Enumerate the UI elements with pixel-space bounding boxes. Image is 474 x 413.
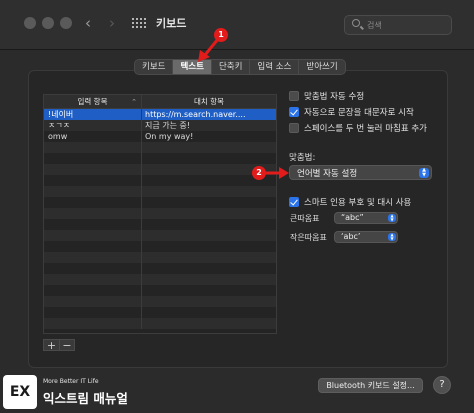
capitalize-checkbox[interactable] — [289, 107, 299, 117]
empty-row — [44, 252, 276, 263]
spelling-select-value: 언어별 자동 설정 — [297, 169, 358, 179]
cell-with: On my way! — [145, 132, 194, 141]
zoom-window-button[interactable] — [60, 17, 72, 29]
double-quotes-label: 큰따옴표 — [290, 214, 320, 223]
back-icon[interactable]: ‹ — [80, 13, 96, 33]
tab-dictation[interactable]: 받아쓰기 — [299, 60, 344, 74]
capitalize-label: 자동으로 문장을 대문자로 시작 — [304, 108, 414, 118]
search-field[interactable] — [344, 15, 452, 35]
cell-with: https://m.search.naver.... — [145, 110, 246, 119]
empty-row — [44, 186, 276, 197]
forward-icon[interactable]: › — [104, 13, 120, 33]
annotation-arrow-2 — [265, 167, 289, 179]
search-icon — [352, 19, 360, 27]
single-quotes-label: 작은따옴표 — [290, 233, 327, 242]
capitalize-option[interactable]: 자동으로 문장을 대문자로 시작 — [289, 106, 414, 118]
cell-replace: omw — [44, 131, 142, 142]
empty-row — [44, 153, 276, 164]
autocorrect-label: 맞춤법 자동 수정 — [304, 92, 365, 102]
add-button[interactable]: + — [43, 339, 59, 351]
annotation-badge-1: 1 — [214, 28, 228, 42]
annotation-badge-2: 2 — [252, 166, 266, 180]
period-option[interactable]: 스페이스를 두 번 눌러 마침표 추가 — [289, 122, 427, 134]
logo-name: 익스트림 매뉴얼 — [43, 391, 128, 406]
watermark-logo: EX More Better IT Life 익스트림 매뉴얼 — [3, 373, 153, 411]
chevron-updown-icon: ▲ ▼ — [419, 168, 429, 178]
empty-row — [44, 241, 276, 252]
smart-quotes-label: 스마트 인용 부호 및 대시 사용 — [304, 198, 412, 208]
tab-input-sources[interactable]: 입력 소스 — [250, 60, 300, 74]
empty-row — [44, 197, 276, 208]
empty-row — [44, 230, 276, 241]
table-row[interactable]: omw On my way! — [44, 131, 276, 142]
period-label: 스페이스를 두 번 눌러 마침표 추가 — [304, 124, 427, 134]
empty-row — [44, 296, 276, 307]
autocorrect-option[interactable]: 맞춤법 자동 수정 — [289, 90, 364, 102]
spelling-label: 맞춤법: — [289, 153, 316, 163]
single-quotes-select[interactable]: ‘abc’ ▲ ▼ — [334, 231, 398, 243]
empty-row — [44, 219, 276, 230]
empty-row — [44, 285, 276, 296]
toolbar: ‹ › 키보드 — [0, 0, 474, 50]
show-all-grid-icon[interactable] — [132, 18, 146, 30]
cell-with: 지금 가는 중! — [145, 121, 191, 130]
column-header-replace[interactable]: 입력 항목 ⌃ — [44, 95, 142, 109]
window-title: 키보드 — [156, 17, 187, 30]
tab-keyboard[interactable]: 키보드 — [135, 60, 174, 74]
empty-row — [44, 164, 276, 175]
empty-row — [44, 318, 276, 329]
table-body: !네이버 https://m.search.naver.... ㅈㄱㅈ 지금 가… — [44, 109, 276, 329]
cell-replace: !네이버 — [44, 109, 142, 120]
minimize-window-button[interactable] — [42, 17, 54, 29]
cell-replace: ㅈㄱㅈ — [44, 120, 142, 131]
chevron-updown-icon: ▲ ▼ — [388, 233, 396, 241]
empty-row — [44, 307, 276, 318]
empty-row — [44, 175, 276, 186]
empty-row — [44, 142, 276, 153]
add-remove-controls: + − — [43, 339, 75, 351]
logo-mark: EX — [3, 375, 37, 409]
empty-row — [44, 263, 276, 274]
keyboard-preferences-window: ‹ › 키보드 키보드 텍스트 단축키 입력 소스 받아쓰기 입력 항목 ⌃ 대… — [0, 0, 474, 413]
spelling-select[interactable]: 언어별 자동 설정 ▲ ▼ — [289, 165, 432, 180]
autocorrect-checkbox[interactable] — [289, 91, 299, 101]
single-quotes-value: ‘abc’ — [341, 232, 361, 241]
text-replacement-table: 입력 항목 ⌃ 대치 항목 !네이버 https://m.search.nave… — [43, 94, 277, 334]
period-checkbox[interactable] — [289, 123, 299, 133]
remove-button[interactable]: − — [59, 339, 75, 351]
double-quotes-value: “abc” — [341, 213, 364, 222]
search-input[interactable] — [367, 18, 447, 32]
table-row[interactable]: ㅈㄱㅈ 지금 가는 중! — [44, 120, 276, 131]
smart-quotes-option[interactable]: 스마트 인용 부호 및 대시 사용 — [289, 196, 411, 208]
table-row[interactable]: !네이버 https://m.search.naver.... — [44, 109, 276, 120]
logo-tagline: More Better IT Life — [43, 378, 99, 385]
double-quotes-select[interactable]: “abc” ▲ ▼ — [334, 212, 398, 224]
chevron-updown-icon: ▲ ▼ — [388, 214, 396, 222]
table-header: 입력 항목 ⌃ 대치 항목 — [44, 95, 276, 109]
empty-row — [44, 208, 276, 219]
help-button[interactable]: ? — [433, 376, 451, 394]
column-header-with[interactable]: 대치 항목 — [142, 95, 276, 109]
preference-tabs: 키보드 텍스트 단축키 입력 소스 받아쓰기 — [134, 59, 346, 75]
bluetooth-keyboard-setup-button[interactable]: Bluetooth 키보드 설정... — [318, 378, 423, 393]
close-window-button[interactable] — [24, 17, 36, 29]
smart-quotes-checkbox[interactable] — [289, 197, 299, 207]
sort-ascending-icon: ⌃ — [131, 98, 137, 106]
empty-row — [44, 274, 276, 285]
